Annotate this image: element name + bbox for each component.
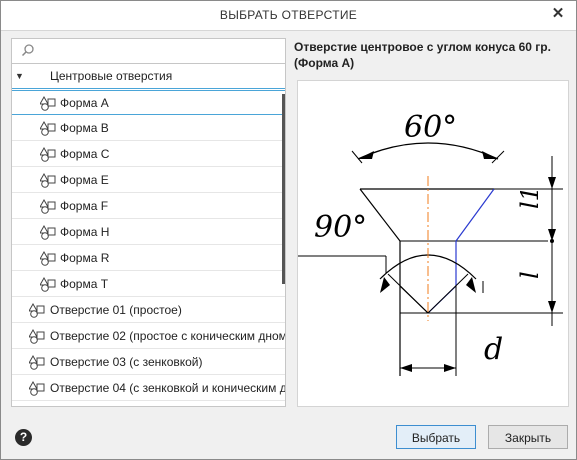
- tree-item-hole-2[interactable]: Отверстие 02 (простое с коническим дном): [12, 324, 285, 349]
- hole-tree-panel: ▼ Центровые отверстия Форма A Форма B Форм…: [11, 38, 286, 407]
- tree-group-label: Центровые отверстия: [50, 69, 173, 83]
- tree-item-форма-r[interactable]: Форма R: [12, 246, 285, 271]
- scrollbar[interactable]: [282, 94, 285, 284]
- tree-item-label: Форма E: [60, 173, 109, 187]
- tree-item-label: Форма F: [60, 199, 109, 213]
- label-90: 90°: [314, 210, 367, 245]
- tree-item-label: Форма B: [60, 121, 109, 135]
- tree-group-centre-holes[interactable]: ▼ Центровые отверстия: [12, 64, 285, 89]
- tree-item-label: Форма R: [60, 251, 110, 265]
- tree-item-форма-c[interactable]: Форма C: [12, 142, 285, 167]
- label-d: d: [484, 332, 503, 367]
- hole-shape-icon: [40, 96, 56, 111]
- tree-item-label: Отверстие 04 (с зенковкой и коническим д…: [50, 381, 285, 395]
- tree-item-форма-t[interactable]: Форма T: [12, 272, 285, 297]
- hole-shape-icon: [40, 199, 56, 214]
- centre-hole-drawing: 60° 90° l1 l d: [298, 110, 563, 376]
- close-button[interactable]: Закрыть: [488, 425, 568, 449]
- hole-shape-icon: [29, 355, 45, 370]
- hole-shape-icon: [40, 225, 56, 240]
- select-hole-dialog: ВЫБРАТЬ ОТВЕРСТИЕ ✕ ▼ Центровые отверсти…: [0, 0, 577, 460]
- tree-item-hole-4[interactable]: Отверстие 04 (с зенковкой и коническим д…: [12, 376, 285, 401]
- tree-item-форма-h[interactable]: Форма H: [12, 220, 285, 245]
- tree-item-форма-f[interactable]: Форма F: [12, 194, 285, 219]
- hole-shape-icon: [40, 251, 56, 266]
- hole-shape-icon: [40, 147, 56, 162]
- tree-item-форма-e[interactable]: Форма E: [12, 168, 285, 193]
- search-input[interactable]: [12, 39, 285, 64]
- close-icon[interactable]: ✕: [548, 4, 568, 24]
- hole-description: Отверстие центровое с углом конуса 60 гр…: [294, 40, 551, 70]
- preview-image: 60° 90° l1 l d: [297, 80, 569, 407]
- hole-shape-icon: [40, 277, 56, 292]
- select-button[interactable]: Выбрать: [396, 425, 476, 449]
- hole-shape-icon: [29, 303, 45, 318]
- hole-shape-icon: [40, 121, 56, 136]
- tree-item-hole-3[interactable]: Отверстие 03 (с зенковкой): [12, 350, 285, 375]
- hole-shape-icon: [29, 329, 45, 344]
- label-l1: l1: [516, 186, 544, 209]
- tree-item-label: Форма C: [60, 147, 110, 161]
- dialog-title: ВЫБРАТЬ ОТВЕРСТИЕ: [219, 8, 358, 22]
- tree-item-форма-a[interactable]: Форма A: [12, 90, 285, 115]
- tree-item-hole-1[interactable]: Отверстие 01 (простое): [12, 298, 285, 323]
- title-bar: ВЫБРАТЬ ОТВЕРСТИЕ ✕: [1, 1, 576, 31]
- label-60: 60°: [404, 110, 457, 145]
- tree-item-label: Отверстие 01 (простое): [50, 303, 182, 317]
- hole-shape-icon: [40, 173, 56, 188]
- tree-item-label: Форма T: [60, 277, 109, 291]
- search-icon: [21, 44, 34, 57]
- tree-item-label: Отверстие 02 (простое с коническим дном): [50, 329, 286, 343]
- tree-item-label: Форма A: [60, 96, 109, 110]
- help-icon[interactable]: ?: [15, 429, 32, 446]
- label-l: l: [516, 271, 544, 279]
- tree-item-label: Отверстие 03 (с зенковкой): [50, 355, 203, 369]
- tree-item-форма-b[interactable]: Форма B: [12, 116, 285, 141]
- hole-shape-icon: [29, 381, 45, 396]
- tree-item-label: Форма H: [60, 225, 110, 239]
- expand-arrow-icon[interactable]: ▼: [15, 64, 24, 89]
